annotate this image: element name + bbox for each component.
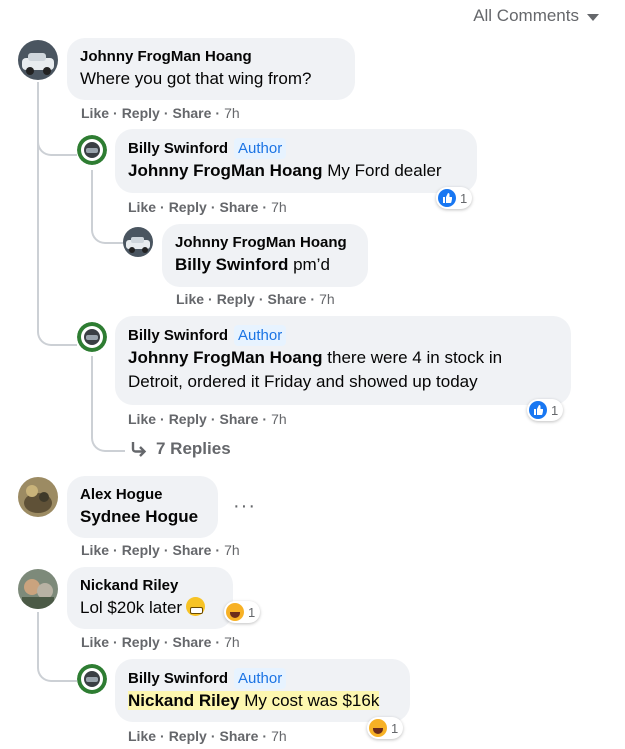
avatar[interactable] [77,664,107,694]
haha-reaction-icon [369,719,387,737]
mention-link[interactable]: Nickand Riley [128,691,240,710]
reply-button[interactable]: Reply [122,634,160,650]
comment-text: Detroit, ordered it Friday and showed up… [128,372,478,391]
comment-bubble: Billy Swinford Author Nickand Riley My co… [115,659,410,722]
avatar[interactable] [18,477,58,517]
comment-actions: Like · Reply · Share · 7h [81,542,240,558]
timestamp[interactable]: 7h [224,634,240,650]
reply-button[interactable]: Reply [169,411,207,427]
share-button[interactable]: Share [172,634,211,650]
timestamp[interactable]: 7h [271,728,287,744]
reaction-count: 1 [551,402,559,418]
like-button[interactable]: Like [128,728,156,744]
share-button[interactable]: Share [267,291,306,307]
comment-author[interactable]: Billy Swinford [128,326,228,346]
comment-text: Johnny FrogMan Hoang there were 4 in sto… [128,348,503,367]
reaction-summary[interactable]: 1 [367,717,404,739]
like-button[interactable]: Like [176,291,204,307]
author-badge: Author [234,668,287,689]
timestamp[interactable]: 7h [319,291,335,307]
view-replies-link[interactable]: 7 Replies [130,439,231,459]
like-reaction-icon [438,189,456,207]
reaction-count: 1 [460,190,468,206]
chevron-down-icon [587,13,599,21]
comment-text: Billy Swinford pm’d [175,255,330,274]
comment-bubble: Johnny FrogMan Hoang Billy Swinford pm’d [162,224,368,287]
reaction-summary[interactable]: 1 [224,601,261,623]
comment-actions: Like · Reply · Share · 7h [128,199,287,215]
more-options-icon[interactable]: ··· [233,495,256,518]
avatar[interactable] [77,135,107,165]
comment-bubble: Johnny FrogMan Hoang Where you got that … [67,38,355,100]
comment-author[interactable]: Johnny FrogMan Hoang [80,47,252,67]
avatar[interactable] [123,227,153,257]
comment-actions: Like · Reply · Share · 7h [81,634,240,650]
comment-author[interactable]: Billy Swinford [128,139,228,159]
share-button[interactable]: Share [219,199,258,215]
avatar[interactable] [18,569,58,609]
reply-button[interactable]: Reply [169,199,207,215]
comment-author[interactable]: Nickand Riley [80,576,178,596]
comment-actions: Like · Reply · Share · 7h [128,411,287,427]
comment-text: Johnny FrogMan Hoang My Ford dealer [128,161,442,180]
author-badge: Author [234,325,287,346]
timestamp[interactable]: 7h [224,542,240,558]
like-button[interactable]: Like [128,411,156,427]
reaction-summary[interactable]: 1 [527,399,564,421]
share-button[interactable]: Share [172,105,211,121]
comment-bubble: Billy Swinford Author Johnny FrogMan Hoan… [115,316,571,405]
comment-actions: Like · Reply · Share · 7h [176,291,335,307]
share-button[interactable]: Share [219,411,258,427]
mention-link[interactable]: Johnny FrogMan Hoang [128,161,323,180]
reply-arrow-icon [131,442,147,457]
grimacing-emoji-icon [186,597,206,616]
comment-bubble: Nickand Riley Lol $20k later [67,567,233,629]
like-button[interactable]: Like [81,105,109,121]
share-button[interactable]: Share [219,728,258,744]
comment-actions: Like · Reply · Share · 7h [81,105,240,121]
reply-button[interactable]: Reply [169,728,207,744]
timestamp[interactable]: 7h [224,105,240,121]
sort-label: All Comments [473,6,579,25]
haha-reaction-icon [226,603,244,621]
reaction-count: 1 [248,604,256,620]
comment-author[interactable]: Alex Hogue [80,485,163,505]
like-button[interactable]: Like [81,634,109,650]
comment-actions: Like · Reply · Share · 7h [128,728,287,744]
timestamp[interactable]: 7h [271,199,287,215]
comment-author[interactable]: Johnny FrogMan Hoang [175,233,347,253]
mention-link[interactable]: Johnny FrogMan Hoang [128,348,323,367]
like-reaction-icon [529,401,547,419]
comment-text: Nickand Riley My cost was $16k [128,691,380,710]
avatar[interactable] [18,40,58,80]
comment-author[interactable]: Billy Swinford [128,669,228,689]
like-button[interactable]: Like [81,542,109,558]
reply-button[interactable]: Reply [122,105,160,121]
like-button[interactable]: Like [128,199,156,215]
comment-text: Where you got that wing from? [80,69,312,88]
share-button[interactable]: Share [172,542,211,558]
timestamp[interactable]: 7h [271,411,287,427]
view-replies-label: 7 Replies [156,439,231,458]
comment-bubble: Billy Swinford Author Johnny FrogMan Hoan… [115,129,477,193]
avatar[interactable] [77,322,107,352]
reply-button[interactable]: Reply [122,542,160,558]
reaction-count: 1 [391,720,399,736]
author-badge: Author [234,138,287,159]
mention-link[interactable]: Billy Swinford [175,255,288,274]
reaction-summary[interactable]: 1 [436,187,473,209]
reply-button[interactable]: Reply [217,291,255,307]
comment-bubble: Alex Hogue Sydnee Hogue [67,476,218,538]
comment-text: Lol $20k later [80,596,220,620]
comment-sort-dropdown[interactable]: All Comments [473,6,599,26]
mention-link[interactable]: Sydnee Hogue [80,505,205,529]
